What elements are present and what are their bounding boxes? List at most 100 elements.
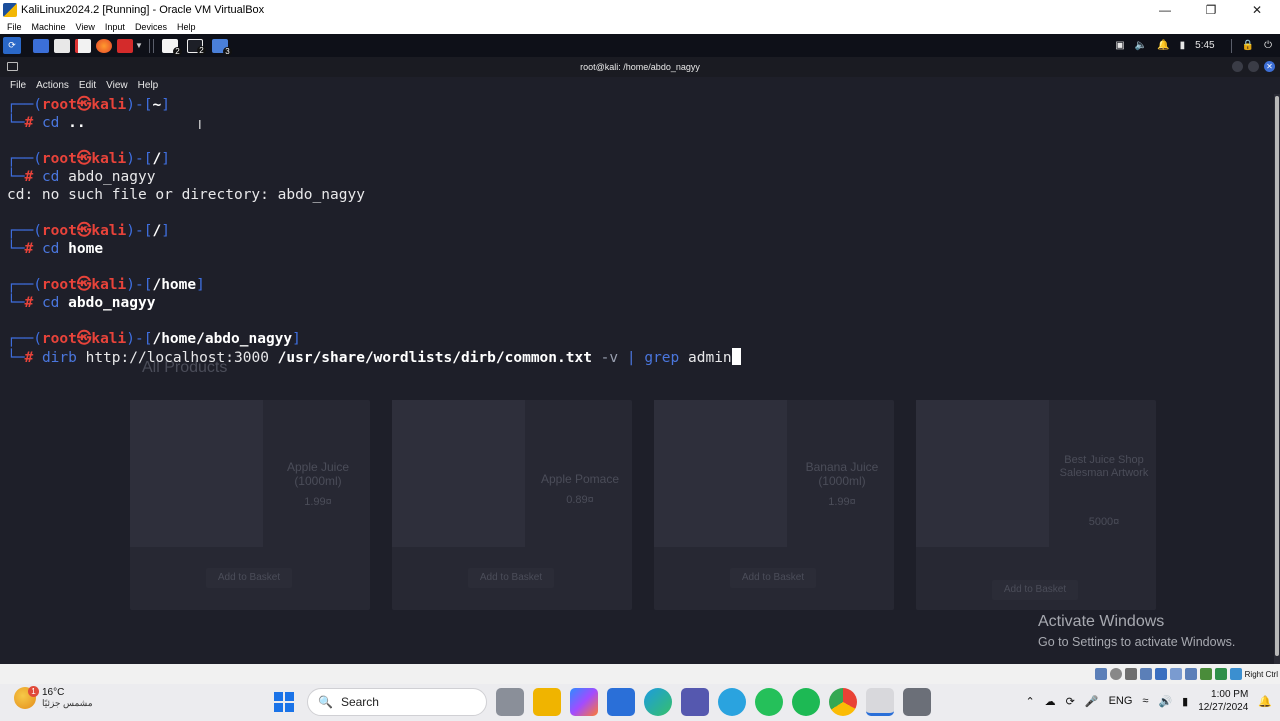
panel-clock[interactable]: 5:45: [1195, 40, 1214, 51]
terminal-scrollbar[interactable]: [1274, 94, 1280, 664]
maximize-button[interactable]: ❐: [1188, 0, 1234, 19]
taskbar-search[interactable]: 🔍 Search: [307, 688, 487, 716]
ghost-product-price: 1.99¤: [304, 496, 332, 508]
battery-icon[interactable]: ▮: [1180, 40, 1186, 51]
snipping-tool-icon[interactable]: [903, 688, 931, 716]
ghost-product-card: Banana Juice (1000ml) 1.99¤ Add to Baske…: [654, 400, 894, 610]
volume-icon[interactable]: 🔊: [1158, 695, 1172, 708]
terminal-menu-edit[interactable]: Edit: [79, 80, 96, 91]
start-button[interactable]: [270, 688, 298, 716]
desktop-icon[interactable]: [33, 38, 49, 53]
vbox-menubar: File Machine View Input Devices Help: [0, 19, 1280, 34]
ghost-product-image: [654, 400, 787, 547]
cpu-icon[interactable]: [1214, 668, 1227, 680]
power-icon[interactable]: ⏻: [1264, 40, 1272, 51]
vbox-menu-devices[interactable]: Devices: [135, 22, 167, 32]
edge-icon[interactable]: [644, 688, 672, 716]
vbox-menu-help[interactable]: Help: [177, 22, 196, 32]
prompt-header: ┌──(root㉿kali)-[/home/abdo_nagyy]: [7, 331, 301, 347]
usb-icon[interactable]: [1154, 668, 1167, 680]
microphone-icon[interactable]: 🎤: [1085, 695, 1099, 708]
terminal-task-icon[interactable]: 2: [186, 38, 206, 55]
notification-bell-icon[interactable]: 🔔: [1157, 40, 1169, 51]
ghost-product-image: [392, 400, 525, 547]
vbox-menu-input[interactable]: Input: [105, 22, 125, 32]
wifi-icon[interactable]: ≈: [1142, 695, 1148, 707]
sync-icon[interactable]: ⟳: [1066, 695, 1075, 708]
recording-icon[interactable]: [1199, 668, 1212, 680]
terminal-menu-file[interactable]: File: [10, 80, 26, 91]
onedrive-icon[interactable]: ☁: [1045, 695, 1056, 708]
vbox-menu-file[interactable]: File: [7, 22, 22, 32]
file-manager-icon[interactable]: [54, 38, 70, 53]
vbox-menu-machine[interactable]: Machine: [32, 22, 66, 32]
kali-menu-icon[interactable]: ⟳: [3, 37, 21, 54]
weather-widget[interactable]: 16°C مشمس جزئيًا 1: [14, 686, 93, 709]
chrome-icon[interactable]: [829, 688, 857, 716]
terminal-menu-view[interactable]: View: [106, 80, 128, 91]
network-icon[interactable]: [1139, 668, 1152, 680]
volume-icon[interactable]: 🔈: [1135, 40, 1147, 51]
ghost-product-price: 5000¤: [1088, 516, 1120, 528]
store-icon[interactable]: [607, 688, 635, 716]
audio-icon[interactable]: [1124, 668, 1137, 680]
vbox-menu-view[interactable]: View: [76, 22, 95, 32]
shared-folders-icon[interactable]: [1169, 668, 1182, 680]
prompt-header: ┌──(root㉿kali)-[/]: [7, 151, 170, 167]
weather-temp: 16°C: [42, 687, 65, 698]
telegram-icon[interactable]: [718, 688, 746, 716]
teams-icon[interactable]: [681, 688, 709, 716]
mouse-integration-icon[interactable]: [1229, 668, 1242, 680]
text-cursor-icon: I: [198, 117, 202, 132]
firefox-icon[interactable]: [96, 38, 112, 53]
ghost-product-name: Apple Juice (1000ml): [286, 460, 350, 488]
vbox-titlebar: KaliLinux2024.2 [Running] - Oracle VM Vi…: [0, 0, 1280, 19]
terminal-maximize-button[interactable]: [1248, 61, 1259, 72]
host-key-label: Right Ctrl: [1244, 669, 1278, 679]
terminal-minimize-button[interactable]: [1232, 61, 1243, 72]
window-title: KaliLinux2024.2 [Running] - Oracle VM Vi…: [21, 3, 265, 16]
chevron-up-icon[interactable]: ⌃: [1025, 695, 1034, 708]
workspace-3-icon[interactable]: 3: [211, 38, 232, 56]
activate-windows-subtitle: Go to Settings to activate Windows.: [1038, 635, 1236, 649]
hard-disk-icon[interactable]: [1094, 668, 1107, 680]
close-button[interactable]: ✕: [1234, 0, 1280, 19]
whatsapp-icon[interactable]: [755, 688, 783, 716]
terminal-body[interactable]: All Products Apple Juice (1000ml) 1.99¤ …: [0, 94, 1274, 664]
virtualbox-app-icon: [3, 2, 17, 17]
ghost-add-button: Add to Basket: [206, 568, 292, 588]
activate-windows-title: Activate Windows: [1038, 613, 1165, 630]
scrollbar-thumb[interactable]: [1275, 96, 1279, 656]
task-view-icon[interactable]: [496, 688, 524, 716]
clock-date: 12/27/2024: [1198, 702, 1249, 713]
minimize-button[interactable]: —: [1142, 0, 1188, 19]
command-output: cd: no such file or directory: abdo_nagy…: [7, 187, 365, 203]
weather-badge: 1: [28, 686, 39, 697]
workspace-1-icon[interactable]: 2: [161, 38, 182, 56]
prompt-header: ┌──(root㉿kali)-[/]: [7, 223, 170, 239]
copilot-icon[interactable]: [570, 688, 598, 716]
display-settings-icon[interactable]: [1184, 668, 1197, 680]
terminal-menu-actions[interactable]: Actions: [36, 80, 69, 91]
current-command-line[interactable]: └─# dirb http://localhost:3000 /usr/shar…: [7, 348, 741, 367]
notification-bell-icon[interactable]: 🔔: [1258, 695, 1272, 708]
kali-top-panel: ⟳ ▼ 2 2 3 ▣ 🔈 🔔 ▮ 5:45 🔒 ⏻: [0, 34, 1280, 57]
command-line: └─# cd home: [7, 241, 104, 257]
text-editor-icon[interactable]: [75, 38, 91, 53]
terminal-close-button[interactable]: ✕: [1264, 61, 1275, 72]
ghost-add-button: Add to Basket: [730, 568, 816, 588]
terminal-title: root@kali: /home/abdo_nagyy: [580, 62, 700, 72]
spotify-icon[interactable]: [792, 688, 820, 716]
file-explorer-icon[interactable]: [533, 688, 561, 716]
optical-drive-icon[interactable]: [1109, 668, 1122, 680]
virtualbox-task-icon[interactable]: [866, 688, 894, 716]
lock-icon[interactable]: 🔒: [1242, 40, 1254, 51]
terminal-menu-help[interactable]: Help: [138, 80, 159, 91]
terminal-menubar: File Actions Edit View Help: [0, 77, 1280, 94]
chevron-down-icon[interactable]: ▼: [135, 41, 143, 50]
battery-icon[interactable]: ▮: [1182, 695, 1188, 708]
taskbar-clock[interactable]: 1:00 PM 12/27/2024: [1198, 688, 1248, 714]
language-indicator[interactable]: ENG: [1109, 695, 1133, 707]
kali-tools-icon[interactable]: [117, 38, 133, 53]
display-icon[interactable]: ▣: [1115, 40, 1124, 51]
